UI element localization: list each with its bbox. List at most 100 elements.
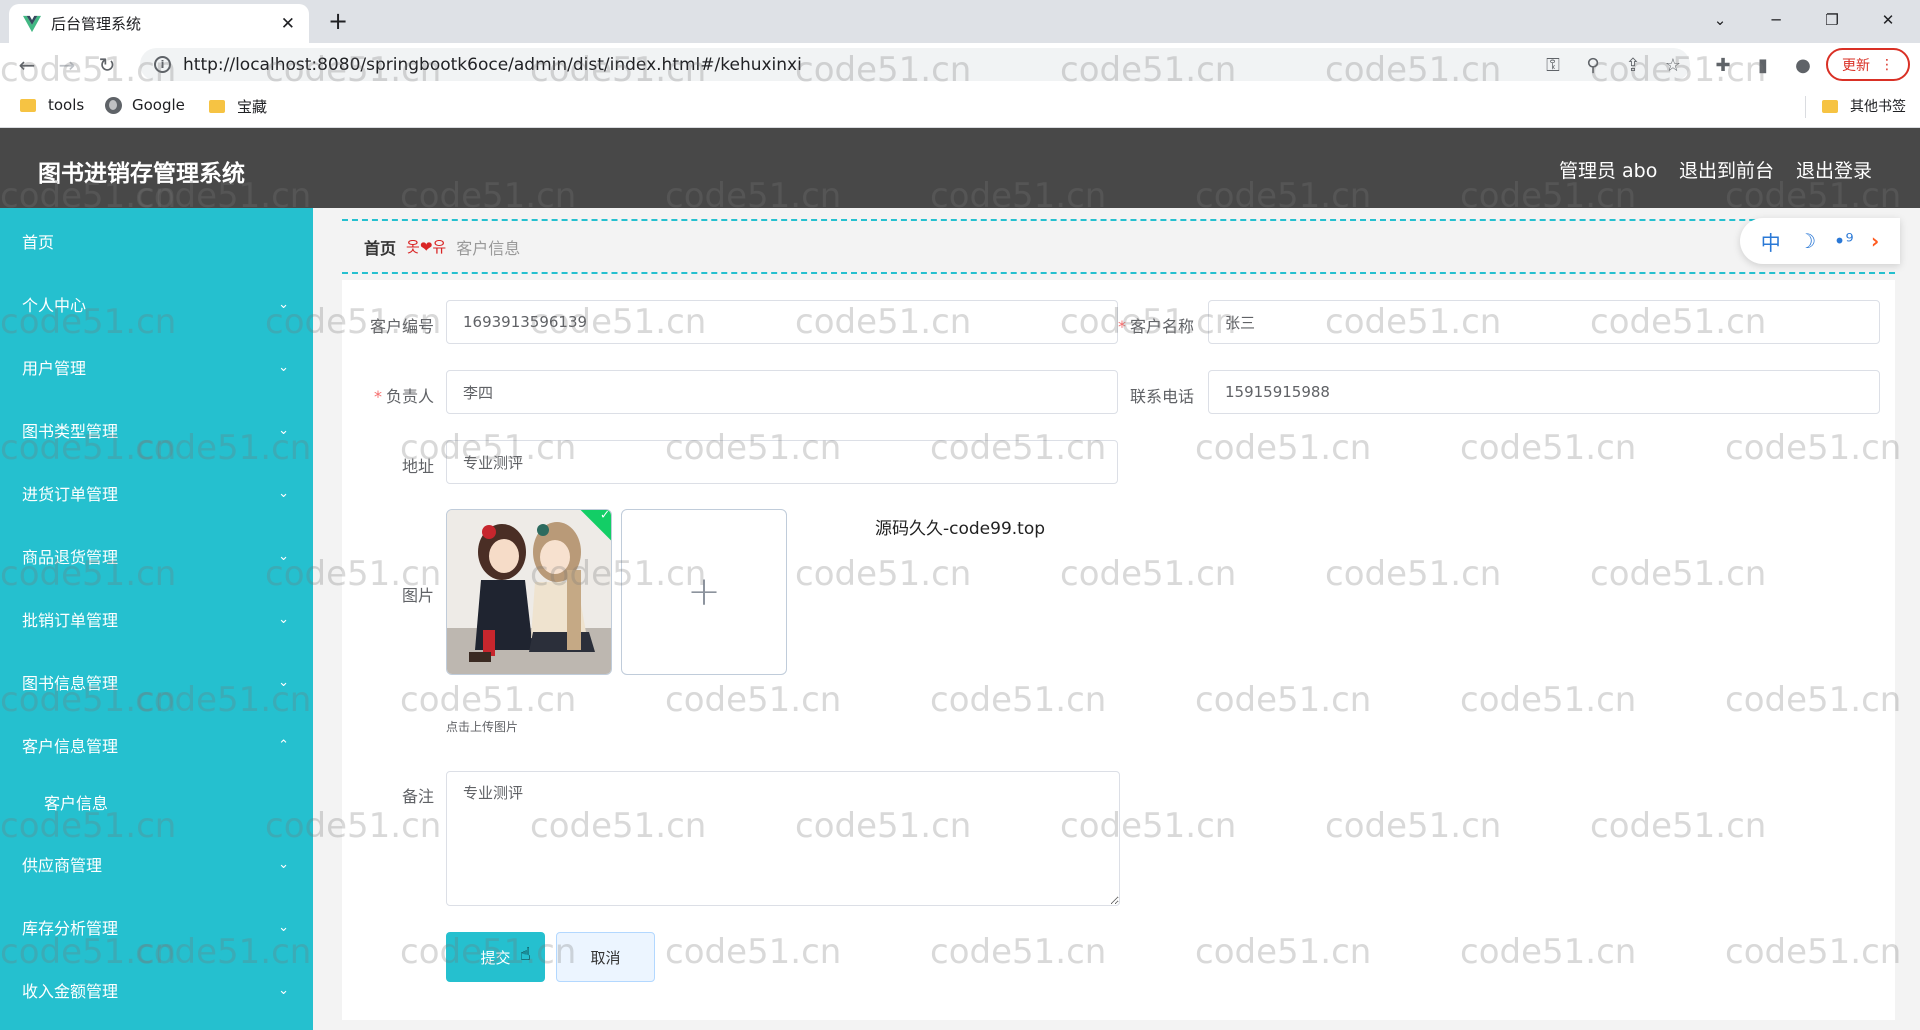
sidebar-item-purchase-orders[interactable]: 进货订单管理 ⌄ [0, 473, 313, 513]
tab-search-icon[interactable]: ⌄ [1692, 0, 1748, 40]
sidebar-item-book-info[interactable]: 图书信息管理 ⌄ [0, 662, 313, 702]
label-text: 负责人 [385, 387, 434, 406]
chevron-down-icon: ⌄ [278, 359, 289, 375]
restore-icon[interactable]: ❐ [1804, 0, 1860, 40]
sidebar-item-profile[interactable]: 个人中心 ⌄ [0, 284, 313, 324]
logout-link[interactable]: 退出登录 [1796, 156, 1872, 183]
key-icon[interactable]: ⚿ [1541, 53, 1565, 77]
omnibox[interactable]: i http://localhost:8080/springbootk6oce/… [140, 48, 1690, 81]
sidebar-item-users[interactable]: 用户管理 ⌄ [0, 347, 313, 387]
sidebar-item-income[interactable]: 收入金额管理 ⌄ [0, 970, 313, 1010]
other-bookmarks[interactable]: 其他书签 [1822, 96, 1906, 116]
breadcrumb: 首页 옷❤유 客户信息 [342, 219, 1895, 274]
floating-toolbar: 中 ☽ •⁹ › [1740, 218, 1900, 264]
address-input[interactable] [446, 440, 1118, 484]
bookmark-google[interactable]: Google [105, 96, 185, 114]
bookmark-star-icon[interactable]: ☆ [1661, 53, 1685, 77]
customer-name-input[interactable] [1208, 300, 1880, 344]
overlay-note: 源码久久-code99.top [875, 519, 1046, 539]
forward-icon[interactable]: → [52, 50, 82, 80]
address-bar: ← → ↻ i http://localhost:8080/springboot… [0, 43, 1920, 86]
cancel-button[interactable]: 取消 [556, 932, 655, 982]
folder-icon [20, 98, 36, 112]
menu-label: 库存分析管理 [22, 919, 119, 938]
menu-label: 客户信息 [44, 794, 109, 813]
menu-label: 进货订单管理 [22, 485, 119, 504]
menu-label: 商品退货管理 [22, 548, 119, 567]
close-window-icon[interactable]: ✕ [1860, 0, 1916, 40]
browser-tab-bar: 后台管理系统 ✕ + ⌄ ─ ❐ ✕ [0, 0, 1920, 43]
menu-label: 图书类型管理 [22, 422, 119, 441]
breadcrumb-separator: 옷❤유 [406, 238, 447, 256]
menu-label: 收入金额管理 [22, 982, 119, 1001]
minimize-icon[interactable]: ─ [1748, 0, 1804, 40]
back-icon[interactable]: ← [12, 50, 42, 80]
admin-name[interactable]: 管理员 abo [1559, 156, 1657, 183]
upload-plus-icon[interactable]: + [621, 509, 787, 675]
customer-no-input[interactable] [446, 300, 1118, 344]
remark-textarea[interactable]: 专业测评 [446, 771, 1120, 906]
required-asterisk: * [1118, 317, 1126, 336]
app-header: 图书进销存管理系统 管理员 abo 退出到前台 退出登录 [0, 128, 1920, 208]
browser-tab[interactable]: 后台管理系统 ✕ [9, 4, 309, 43]
tab-close-icon[interactable]: ✕ [281, 14, 295, 34]
menu-label: 个人中心 [22, 296, 87, 315]
upload-tip: 点击上传图片 [446, 720, 519, 734]
tab-title: 后台管理系统 [51, 15, 142, 33]
dots-icon[interactable]: •⁹ [1834, 229, 1854, 253]
menu-label: 图书信息管理 [22, 674, 119, 693]
sidebar-item-customer-mgmt[interactable]: 客户信息管理 ⌃ [0, 725, 313, 765]
share-icon[interactable]: ⇪ [1621, 53, 1645, 77]
update-button[interactable]: 更新 ⋮ [1826, 48, 1910, 81]
moon-icon[interactable]: ☽ [1798, 229, 1816, 253]
chevron-up-icon: ⌃ [278, 737, 289, 753]
uploaded-image-thumbnail[interactable] [446, 509, 612, 675]
phone-input[interactable] [1208, 370, 1880, 414]
owner-input[interactable] [446, 370, 1118, 414]
sidebar-item-wholesale-orders[interactable]: 批销订单管理 ⌄ [0, 599, 313, 639]
globe-icon [105, 96, 122, 114]
sidebar-item-home[interactable]: 首页 [0, 221, 313, 261]
extensions-icon[interactable]: ✚ [1711, 53, 1735, 77]
folder-icon [1822, 99, 1838, 113]
app-title: 图书进销存管理系统 [38, 161, 245, 187]
bookmark-label: 宝藏 [237, 98, 268, 116]
bookmark-treasure[interactable]: 宝藏 [209, 96, 267, 117]
phone-label: 联系电话 [1129, 387, 1194, 406]
customer-no-label: 客户编号 [369, 317, 434, 336]
sidebar-item-returns[interactable]: 商品退货管理 ⌄ [0, 536, 313, 576]
sidebar-item-customer-info[interactable]: 客户信息 [0, 782, 313, 822]
menu-label: 首页 [22, 233, 55, 252]
chevron-down-icon: ⌄ [278, 856, 289, 872]
sidebar-item-suppliers[interactable]: 供应商管理 ⌄ [0, 844, 313, 884]
sidebar-item-book-types[interactable]: 图书类型管理 ⌄ [0, 410, 313, 450]
vue-logo-icon [23, 15, 41, 32]
menu-label: 供应商管理 [22, 856, 103, 875]
menu-label: 客户信息管理 [22, 737, 119, 756]
bookmark-label: 其他书签 [1850, 99, 1906, 115]
url-text[interactable]: http://localhost:8080/springbootk6oce/ad… [183, 55, 802, 75]
sidebar-item-inventory[interactable]: 库存分析管理 ⌄ [0, 907, 313, 947]
sidebar: 首页 个人中心 ⌄ 用户管理 ⌄ 图书类型管理 ⌄ 进货订单管理 ⌄ 商品退货管理 ⌄ 批… [0, 208, 313, 1030]
bookmark-tools[interactable]: tools [20, 96, 84, 114]
anime-girls-image [447, 510, 611, 674]
zoom-icon[interactable]: ⚲ [1581, 53, 1605, 77]
chevron-down-icon: ⌄ [278, 919, 289, 935]
remark-label: 备注 [401, 787, 434, 806]
language-toggle[interactable]: 中 [1761, 227, 1781, 256]
owner-label: * 负责人 [360, 383, 434, 407]
chevron-down-icon: ⌄ [278, 422, 289, 438]
profile-icon[interactable]: ● [1791, 53, 1815, 77]
folder-icon [209, 100, 225, 113]
bookmark-separator [1805, 96, 1806, 118]
more-menu-icon[interactable]: ⋮ [1880, 57, 1894, 73]
reload-icon[interactable]: ↻ [92, 50, 122, 80]
exit-to-front-link[interactable]: 退出到前台 [1679, 156, 1774, 183]
arrow-right-icon[interactable]: › [1871, 229, 1879, 253]
side-panel-icon[interactable]: ▮ [1751, 53, 1775, 77]
bookmark-label: tools [48, 96, 85, 114]
new-tab-button[interactable]: + [324, 7, 352, 35]
breadcrumb-home[interactable]: 首页 [364, 235, 396, 259]
address-label: 地址 [401, 457, 434, 476]
site-info-icon[interactable]: i [154, 56, 171, 73]
